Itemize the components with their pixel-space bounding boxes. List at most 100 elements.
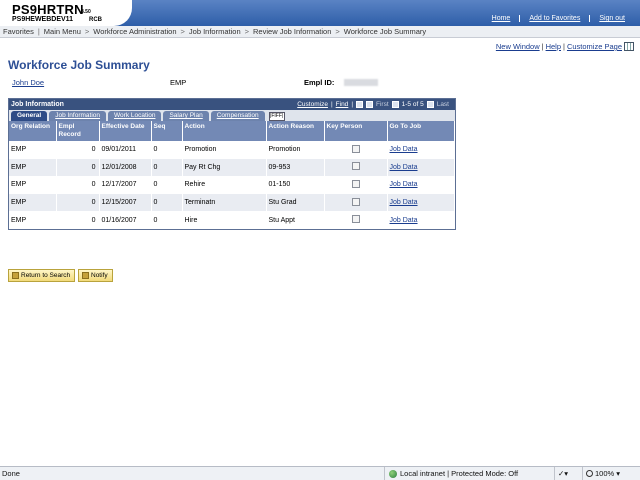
cell-org: EMP <box>9 193 57 212</box>
logo-server: PS9HEWEBDEV11 <box>12 16 74 23</box>
customize-grid-link[interactable]: Customize <box>297 99 328 110</box>
add-to-favorites-link[interactable]: Add to Favorites <box>519 15 589 22</box>
notify-label: Notify <box>91 272 108 279</box>
col-empl-record[interactable]: Empl Record <box>56 121 100 141</box>
tab-salary-plan[interactable]: Salary Plan <box>163 111 209 121</box>
cell-date: 01/16/2007 <box>99 211 152 229</box>
table-row: EMP 0 12/01/2008 0 Pay Rt Chg 09-953 Job… <box>9 158 455 177</box>
col-seq[interactable]: Seq <box>151 121 183 141</box>
cell-reason: 09-953 <box>266 158 325 177</box>
http-icon[interactable] <box>624 42 634 51</box>
tab-job-information[interactable]: Job Information <box>49 111 107 121</box>
cell-key-person <box>324 211 388 229</box>
page-links: New Window | Help | Customize Page <box>495 42 622 51</box>
cell-date: 12/15/2007 <box>99 193 152 212</box>
cell-seq: 0 <box>151 193 183 212</box>
cell-go-to-job: Job Data <box>387 193 455 212</box>
cell-action: Promotion <box>182 141 267 159</box>
key-person-checkbox <box>351 215 360 224</box>
notify-button[interactable]: Notify <box>78 269 113 282</box>
grid-navigation: Customize | Find | First 1-5 of 5 Last <box>297 99 449 110</box>
globe-icon <box>389 469 397 478</box>
help-link[interactable]: Help <box>546 42 561 51</box>
col-org-relation[interactable]: Org Relation <box>9 121 57 141</box>
page-title: Workforce Job Summary <box>8 58 150 72</box>
cell-seq: 0 <box>151 141 183 159</box>
cell-key-person <box>324 193 388 212</box>
grid-title: Job Information <box>11 101 64 108</box>
previous-arrow-icon[interactable] <box>391 101 399 108</box>
breadcrumb-separator: | <box>37 27 40 36</box>
job-information-grid: Job Information Customize | Find | First 1… <box>8 98 456 230</box>
browser-status-bar: Done Local intranet | Protected Mode: Of… <box>0 466 640 480</box>
view-all-icon[interactable] <box>356 101 364 108</box>
customize-page-link[interactable]: Customize Page <box>567 42 622 51</box>
job-data-link[interactable]: Job Data <box>390 199 418 206</box>
cell-seq: 0 <box>151 176 183 194</box>
cell-action: Hire <box>182 211 267 229</box>
zone-text: Local intranet | Protected Mode: Off <box>400 469 519 478</box>
col-action[interactable]: Action <box>182 121 267 141</box>
show-all-columns-icon[interactable]: |FIFF| <box>268 112 285 121</box>
breadcrumb-review-job-information[interactable]: Review Job Information <box>253 27 331 36</box>
cell-record: 0 <box>56 193 100 212</box>
tab-compensation[interactable]: Compensation <box>210 111 265 121</box>
notify-icon <box>82 272 89 279</box>
new-window-link[interactable]: New Window <box>496 42 540 51</box>
key-person-checkbox <box>351 179 360 188</box>
logo-title: PS9HRTRN <box>12 2 84 17</box>
cell-record: 0 <box>56 141 100 159</box>
col-go-to-job[interactable]: Go To Job <box>387 121 455 141</box>
find-link[interactable]: Find <box>336 99 349 110</box>
job-data-link[interactable]: Job Data <box>390 181 418 188</box>
col-effective-date[interactable]: Effective Date <box>99 121 152 141</box>
breadcrumb-main-menu[interactable]: Main Menu <box>44 27 81 36</box>
table-row: EMP 0 09/01/2011 0 Promotion Promotion J… <box>9 141 455 159</box>
cell-go-to-job: Job Data <box>387 141 455 159</box>
col-action-reason[interactable]: Action Reason <box>266 121 325 141</box>
return-to-search-button[interactable]: Return to Search <box>8 269 76 282</box>
zoom-control[interactable]: 100% ▾ <box>582 467 620 480</box>
tab-work-location[interactable]: Work Location <box>108 111 162 121</box>
col-key-person[interactable]: Key Person <box>324 121 388 141</box>
cell-date: 09/01/2011 <box>99 141 152 159</box>
cell-seq: 0 <box>151 211 183 229</box>
security-zone: Local intranet | Protected Mode: Off <box>384 467 518 480</box>
zoom-level: 100% <box>595 469 615 478</box>
breadcrumb-workforce-administration[interactable]: Workforce Administration <box>93 27 176 36</box>
chevron-right-icon: > <box>180 27 185 36</box>
job-data-link[interactable]: Job Data <box>390 217 418 224</box>
sign-out-link[interactable]: Sign out <box>589 15 634 22</box>
cell-org: EMP <box>9 176 57 194</box>
cell-go-to-job: Job Data <box>387 176 455 194</box>
tab-general[interactable]: General <box>11 111 48 121</box>
chevron-right-icon: > <box>244 27 250 36</box>
chevron-right-icon: > <box>335 27 340 36</box>
job-data-link[interactable]: Job Data <box>390 146 418 153</box>
download-icon[interactable] <box>366 101 374 108</box>
table-row: EMP 0 01/16/2007 0 Hire Stu Appt Job Dat… <box>9 211 455 229</box>
grid-header: Job Information Customize | Find | First 1… <box>9 99 455 110</box>
cell-record: 0 <box>56 158 100 177</box>
row-range: 1-5 of 5 <box>401 101 424 108</box>
home-link[interactable]: Home <box>483 15 520 22</box>
breadcrumb-job-information[interactable]: Job Information <box>189 27 241 36</box>
chevron-down-icon: ▾ <box>616 469 620 478</box>
cell-key-person <box>324 176 388 194</box>
cell-go-to-job: Job Data <box>387 211 455 229</box>
chevron-right-icon: > <box>84 27 90 36</box>
return-to-search-label: Return to Search <box>21 272 71 279</box>
emplid-label: Empl ID: <box>304 78 335 87</box>
cell-date: 12/17/2007 <box>99 176 152 194</box>
next-arrow-icon[interactable] <box>426 101 434 108</box>
job-data-link[interactable]: Job Data <box>390 164 418 171</box>
cell-reason: Promotion <box>266 141 325 159</box>
key-person-checkbox <box>351 144 360 153</box>
shield-icon: ✓▾ <box>558 469 569 478</box>
cell-reason: Stu Appt <box>266 211 325 229</box>
protected-mode-toggle[interactable]: ✓▾ <box>554 467 568 480</box>
cell-record: 0 <box>56 211 100 229</box>
cell-org: EMP <box>9 158 57 177</box>
breadcrumb-favorites[interactable]: Favorites <box>3 27 34 36</box>
employee-name[interactable]: John Doe <box>12 78 44 87</box>
